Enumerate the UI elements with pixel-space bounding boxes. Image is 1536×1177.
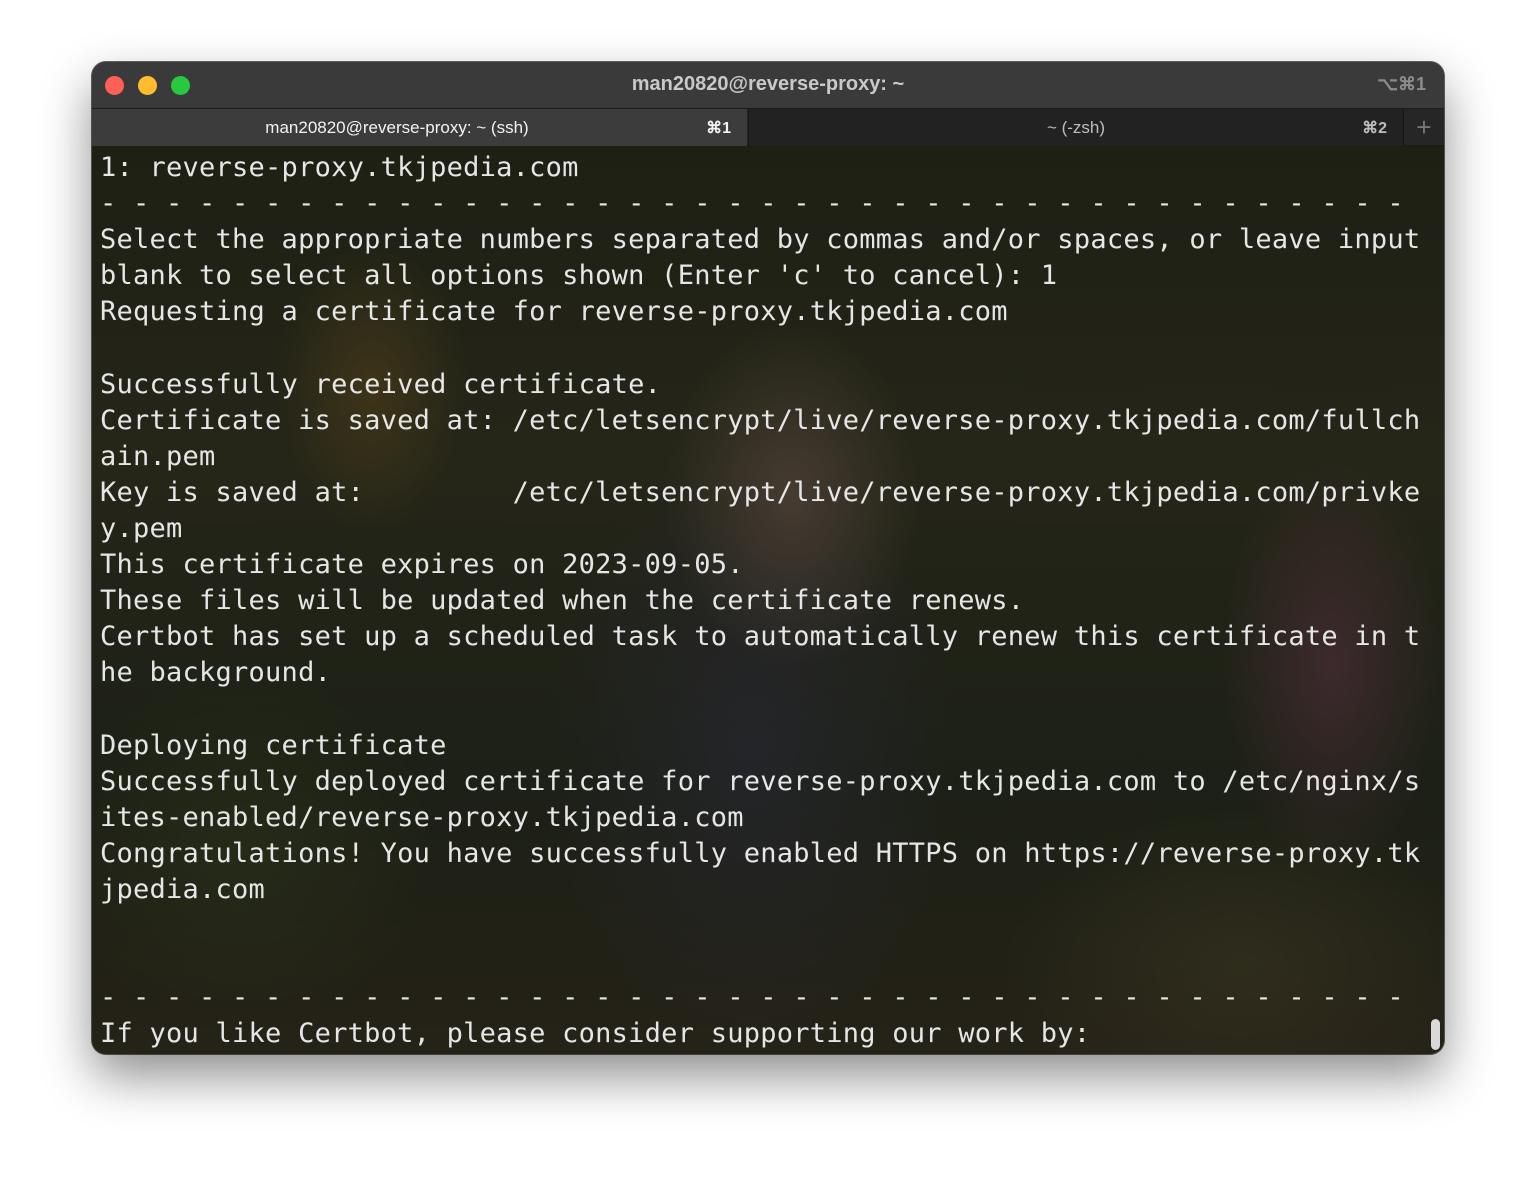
window-shortcut: ⌥⌘1	[1377, 74, 1426, 94]
tab-zsh-label: ~ (-zsh)	[1046, 118, 1106, 137]
terminal-line: Successfully received certificate.	[100, 368, 662, 400]
terminal-line: - - - - - - - - - - - - - - - - - - - - …	[100, 982, 1404, 1014]
terminal-line: Select the appropriate numbers separated…	[100, 224, 1421, 256]
title-bar[interactable]: man20820@reverse-proxy: ~ ⌥⌘1	[92, 62, 1444, 108]
terminal-line: If you like Certbot, please consider sup…	[100, 1018, 1091, 1050]
new-tab-button[interactable]: +	[1403, 109, 1444, 146]
terminal-line: ites-enabled/reverse-proxy.tkjpedia.com	[100, 801, 744, 833]
terminal-line: jpedia.com	[100, 873, 266, 905]
terminal-line: he background.	[100, 657, 332, 689]
terminal-line: - - - - - - - - - - - - - - - - - - - - …	[100, 188, 1404, 220]
tab-zsh-shortcut: ⌘2	[1362, 120, 1387, 137]
terminal-line: Congratulations! You have successfully e…	[100, 837, 1421, 869]
terminal-line: This certificate expires on 2023-09-05.	[100, 549, 744, 581]
terminal-line: * Donating to ISRG / Let's Encrypt: http…	[100, 1052, 1420, 1054]
terminal-text: 1: reverse-proxy.tkjpedia.com - - - - - -…	[100, 150, 1420, 1054]
terminal-line: Requesting a certificate for reverse-pro…	[100, 296, 1008, 328]
terminal-line: Certificate is saved at: /etc/letsencryp…	[100, 404, 1421, 436]
terminal-window: man20820@reverse-proxy: ~ ⌥⌘1 man20820@r…	[92, 62, 1444, 1054]
terminal-line: blank to select all options shown (Enter…	[100, 260, 1058, 292]
tab-ssh-shortcut: ⌘1	[706, 120, 731, 137]
tab-bar: man20820@reverse-proxy: ~ (ssh) ⌘1 ~ (-z…	[92, 108, 1444, 146]
window-title: man20820@reverse-proxy: ~	[631, 73, 905, 95]
tab-ssh[interactable]: man20820@reverse-proxy: ~ (ssh) ⌘1	[92, 109, 747, 146]
terminal-output-area[interactable]: 1: reverse-proxy.tkjpedia.com - - - - - -…	[92, 146, 1444, 1054]
terminal-line: Successfully deployed certificate for re…	[100, 765, 1421, 797]
terminal-line: 1: reverse-proxy.tkjpedia.com	[100, 152, 579, 183]
tab-zsh[interactable]: ~ (-zsh) ⌘2	[748, 109, 1403, 146]
tab-ssh-label: man20820@reverse-proxy: ~ (ssh)	[265, 118, 529, 137]
terminal-line: y.pem	[100, 512, 183, 544]
terminal-line: Key is saved at: /etc/letsencrypt/live/r…	[100, 476, 1421, 508]
scrollbar[interactable]	[1431, 1019, 1440, 1050]
terminal-line: These files will be updated when the cer…	[100, 585, 1025, 617]
terminal-line: ain.pem	[100, 440, 216, 472]
terminal-line: Certbot has set up a scheduled task to a…	[100, 621, 1421, 653]
terminal-line: Deploying certificate	[100, 729, 447, 761]
